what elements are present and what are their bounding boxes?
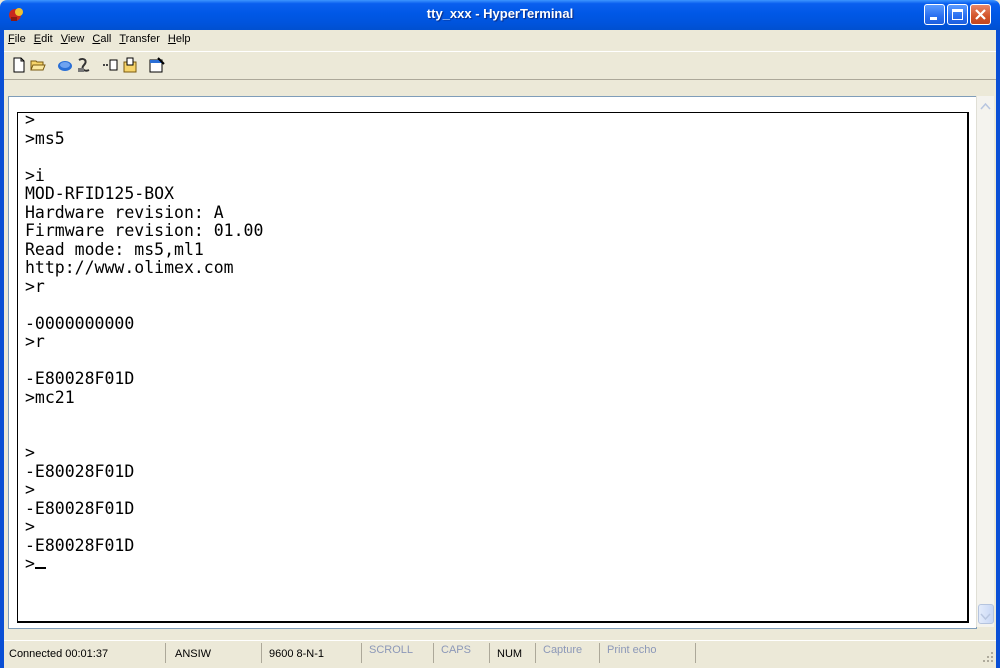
scroll-down-arrow-icon[interactable] xyxy=(977,608,994,625)
menu-edit[interactable]: Edit xyxy=(30,30,57,45)
menu-help[interactable]: Help xyxy=(164,30,195,45)
status-connected: Connected 00:01:37 xyxy=(4,643,166,663)
vertical-scrollbar[interactable] xyxy=(976,96,994,627)
resize-grip-icon[interactable] xyxy=(982,651,994,663)
close-button[interactable] xyxy=(970,4,991,25)
status-emulation: ANSIW xyxy=(170,643,262,663)
new-document-icon[interactable] xyxy=(11,57,27,73)
receive-icon[interactable] xyxy=(122,57,138,73)
maximize-button[interactable] xyxy=(947,4,968,25)
maximize-icon xyxy=(952,9,963,20)
menu-view[interactable]: View xyxy=(57,30,89,45)
menu-bar: File Edit View Call Transfer Help xyxy=(4,30,996,50)
terminal-output: > >ms5 >i MOD-RFID125-BOX Hardware revis… xyxy=(25,110,264,573)
status-print-echo: Print echo xyxy=(602,643,696,663)
send-icon[interactable] xyxy=(102,57,118,73)
window-frame-left xyxy=(0,30,4,668)
close-icon xyxy=(975,9,986,20)
status-capture: Capture xyxy=(538,643,600,663)
minimize-icon xyxy=(930,17,937,20)
status-bar: Connected 00:01:37 ANSIW 9600 8-N-1 SCRO… xyxy=(4,640,996,665)
menu-file[interactable]: File xyxy=(4,30,30,45)
disconnect-phone-icon[interactable] xyxy=(76,57,92,73)
terminal-cursor xyxy=(34,567,46,569)
connect-phone-icon[interactable] xyxy=(57,57,73,73)
properties-icon[interactable] xyxy=(149,57,165,73)
status-num: NUM xyxy=(492,643,536,663)
status-caps: CAPS xyxy=(436,643,490,663)
menu-call[interactable]: Call xyxy=(88,30,115,45)
title-bar[interactable]: tty_xxx - HyperTerminal xyxy=(0,0,1000,30)
status-port-settings: 9600 8-N-1 xyxy=(264,643,362,663)
open-folder-icon[interactable] xyxy=(30,57,46,73)
window-frame-right xyxy=(996,30,1000,668)
scroll-up-arrow-icon[interactable] xyxy=(977,98,994,115)
toolbar xyxy=(4,51,996,80)
menu-transfer[interactable]: Transfer xyxy=(115,30,164,45)
status-scroll: SCROLL xyxy=(364,643,434,663)
minimize-button[interactable] xyxy=(924,4,945,25)
terminal-screen[interactable]: > >ms5 >i MOD-RFID125-BOX Hardware revis… xyxy=(17,110,969,623)
window-title: tty_xxx - HyperTerminal xyxy=(426,6,574,21)
